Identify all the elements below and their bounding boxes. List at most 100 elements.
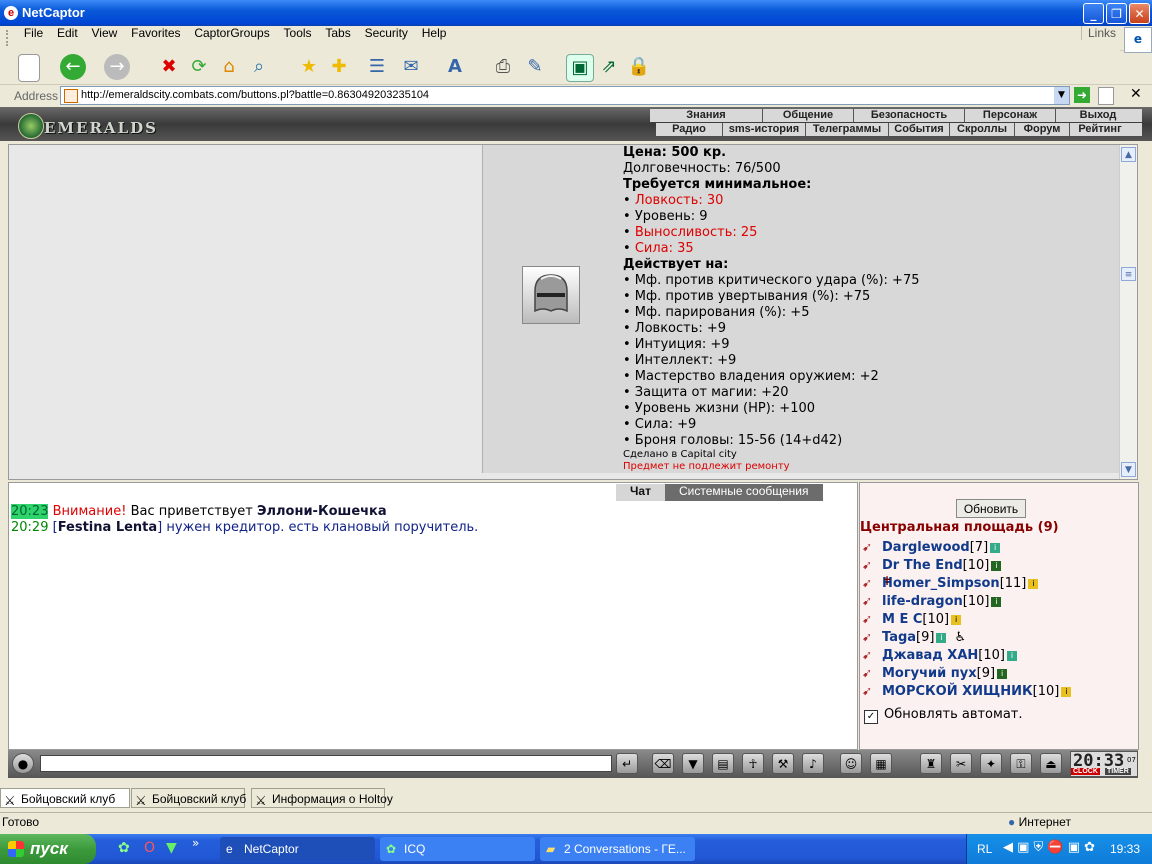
address-input[interactable]: http://emeraldscity.combats.com/buttons.… <box>60 86 1070 105</box>
chat-input[interactable] <box>40 755 612 772</box>
browser-tab[interactable]: ⚔ Бойцовский клуб <box>0 788 130 808</box>
info-icon[interactable]: i <box>936 633 947 643</box>
tools-icon[interactable]: ⚒ <box>772 753 794 774</box>
message-nick[interactable]: Festina Lenta <box>58 520 157 535</box>
private-arrow-icon[interactable]: ➹ <box>862 612 882 626</box>
menu-tabs[interactable]: Tabs <box>320 26 355 40</box>
scroll-down-icon[interactable]: ▼ <box>1121 462 1136 477</box>
start-button[interactable]: пуск <box>0 834 96 864</box>
close-button[interactable]: ✕ <box>1129 3 1150 24</box>
private-arrow-icon[interactable]: ➹ <box>862 630 882 644</box>
scroll-icon[interactable]: ✂ <box>950 753 972 774</box>
app-quicklaunch-icon[interactable]: ▼ <box>166 840 177 856</box>
edit-icon[interactable]: ✎ <box>522 54 548 80</box>
magic-icon[interactable]: ✦ <box>980 753 1002 774</box>
user-name[interactable]: Homer_Simpson <box>882 576 1000 591</box>
chat-mode-icon[interactable]: ● <box>12 753 34 774</box>
opera-quicklaunch-icon[interactable]: O <box>144 840 155 856</box>
task-netcaptor[interactable]: e NetCaptor <box>220 837 375 861</box>
page-check-icon[interactable] <box>1098 87 1114 105</box>
search-icon[interactable]: ⌕ <box>246 54 272 80</box>
message-time[interactable]: 20:29 <box>11 520 48 535</box>
user-name[interactable]: life-dragon <box>882 594 963 609</box>
exit-door-icon[interactable]: ⏏ <box>1040 753 1062 774</box>
private-arrow-icon[interactable]: ➹ <box>862 594 882 608</box>
nav-communication[interactable]: Общение <box>763 109 854 122</box>
user-name[interactable]: Taga <box>882 630 916 645</box>
info-icon[interactable]: i <box>1028 579 1039 589</box>
chevron-more-icon[interactable]: » <box>192 836 199 850</box>
language-indicator[interactable]: RL <box>977 842 992 856</box>
nav-character[interactable]: Персонаж <box>965 109 1056 122</box>
nav-telegrams[interactable]: Телеграммы <box>806 123 889 136</box>
refresh-button[interactable]: Обновить <box>956 499 1026 518</box>
new-icon[interactable] <box>18 54 40 82</box>
nav-radio[interactable]: Радио <box>656 123 723 136</box>
user-name[interactable]: Могучий пух <box>882 666 977 681</box>
menu-captorgroups[interactable]: CaptorGroups <box>189 26 274 40</box>
nav-rating[interactable]: Рейтинг <box>1070 123 1130 136</box>
info-icon[interactable]: i <box>991 597 1002 607</box>
user-name[interactable]: Джавад ХАН <box>882 648 978 663</box>
timer-tab[interactable]: TIMER <box>1105 768 1131 775</box>
nav-forum[interactable]: Форум <box>1015 123 1070 136</box>
inventory-icon[interactable]: ♜ <box>920 753 942 774</box>
private-arrow-icon[interactable]: ➹ <box>862 558 882 572</box>
font-icon[interactable]: A <box>442 54 468 80</box>
mail-icon[interactable]: ✉ <box>398 54 424 80</box>
menu-tools[interactable]: Tools <box>279 26 317 40</box>
forward-icon[interactable]: → <box>104 54 130 80</box>
nav-exit[interactable]: Выход <box>1056 109 1140 122</box>
user-name[interactable]: Dr The End <box>882 558 963 573</box>
go-icon[interactable]: ➜ <box>1074 87 1090 103</box>
map-icon[interactable]: ▦ <box>870 753 892 774</box>
tab-chat[interactable]: Чат <box>616 484 665 501</box>
info-icon[interactable]: i <box>991 561 1002 571</box>
info-icon[interactable]: i <box>951 615 962 625</box>
maximize-button[interactable]: ❐ <box>1106 3 1127 24</box>
menu-edit[interactable]: Edit <box>52 26 83 40</box>
private-arrow-icon[interactable]: ➹ <box>862 666 882 680</box>
private-arrow-icon[interactable]: ➹ <box>862 684 882 698</box>
fight-icon[interactable]: ☥ <box>742 753 764 774</box>
icq-quicklaunch-icon[interactable]: ✿ <box>118 840 130 856</box>
scroll-up-icon[interactable]: ▲ <box>1121 147 1136 162</box>
nav-scrolls[interactable]: Скроллы <box>950 123 1015 136</box>
filter-icon[interactable]: ▼ <box>682 753 704 774</box>
popup-icon[interactable]: ⇗ <box>596 54 622 80</box>
nav-sms-history[interactable]: sms-история <box>723 123 806 136</box>
add-favorite-icon[interactable]: ✚ <box>326 54 352 80</box>
user-name[interactable]: M E C <box>882 612 922 627</box>
clock-tab[interactable]: CLOCK <box>1071 768 1100 775</box>
browser-tab[interactable]: ⚔ Бойцовский клуб <box>131 788 246 808</box>
history-icon[interactable]: ☰ <box>364 54 390 80</box>
info-icon[interactable]: i <box>1061 687 1072 697</box>
lock-bag-icon[interactable]: ⚿ <box>1010 753 1032 774</box>
save-icon[interactable]: ▤ <box>712 753 734 774</box>
menu-view[interactable]: View <box>87 26 123 40</box>
smiley-icon[interactable]: ☺ <box>840 753 862 774</box>
user-name[interactable]: МОРСКОЙ ХИЩНИК <box>882 684 1033 699</box>
lock-icon[interactable]: 🔒 <box>626 54 652 80</box>
fullscreen-icon[interactable]: ▣ <box>566 54 594 82</box>
message-nick[interactable]: Эллони-Кошечка <box>257 504 387 519</box>
scroll-thumb[interactable]: ≡ <box>1121 267 1136 281</box>
close-bar-icon[interactable]: ✕ <box>1130 86 1142 102</box>
print-icon[interactable]: ⎙ <box>490 54 516 80</box>
refresh-icon[interactable]: ⟳ <box>186 54 212 80</box>
user-name[interactable]: Darglewood <box>882 540 970 555</box>
favorites-icon[interactable]: ★ <box>296 54 322 80</box>
vertical-scrollbar[interactable]: ▲ ≡ ▼ <box>1119 145 1137 479</box>
menu-help[interactable]: Help <box>417 26 452 40</box>
private-arrow-icon[interactable]: ➹ <box>862 648 882 662</box>
nav-security[interactable]: Безопасность <box>854 109 965 122</box>
stop-icon[interactable]: ✖ <box>156 54 182 80</box>
message-time[interactable]: 20:23 <box>11 504 49 519</box>
info-icon[interactable]: i <box>997 669 1008 679</box>
nav-events[interactable]: События <box>889 123 950 136</box>
menu-favorites[interactable]: Favorites <box>126 26 185 40</box>
tray-icons[interactable]: ◀ ▣ ⛨ ⛔ ▣ ✿ <box>1003 840 1095 855</box>
info-icon[interactable]: i <box>990 543 1001 553</box>
back-icon[interactable]: ← <box>60 54 86 80</box>
info-icon[interactable]: i <box>1006 651 1017 661</box>
